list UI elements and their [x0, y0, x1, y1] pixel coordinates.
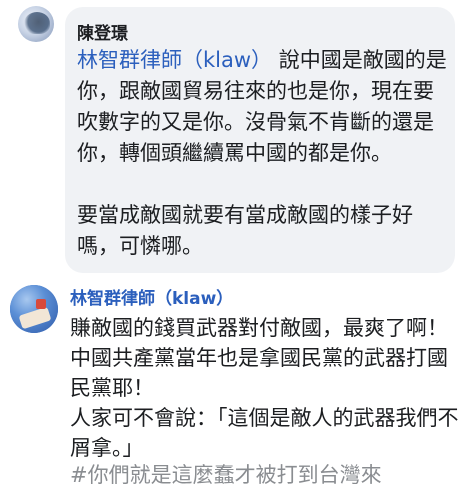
avatar[interactable] [18, 6, 54, 42]
comment-text: 林智群律師（klaw） 說中國是敵國的是你，跟敵國貿易往來的也是你，現在要吹數字… [77, 45, 449, 262]
comment-text-content: 說中國是敵國的是你，跟敵國貿易往來的也是你，現在要吹數字的又是你。沒骨氣不肯斷的… [77, 48, 447, 258]
avatar-image [24, 12, 50, 34]
comment-bubble: 陳登璟 林智群律師（klaw） 說中國是敵國的是你，跟敵國貿易往來的也是你，現在… [65, 7, 455, 273]
comment-author[interactable]: 林智群律師（klaw） [70, 284, 233, 309]
mention-link[interactable]: 林智群律師（klaw） [77, 48, 272, 72]
avatar-tag [36, 299, 46, 309]
avatar-image [10, 285, 58, 333]
comment-author[interactable]: 陳登璟 [77, 19, 128, 44]
comment-item: 陳登璟 林智群律師（klaw） 說中國是敵國的是你，跟敵國貿易往來的也是你，現在… [0, 0, 468, 275]
comment-item: 林智群律師（klaw） 賺敵國的錢買武器對付敵國，最爽了啊！ 中國共產黨當年也是… [0, 275, 468, 500]
comment-text: 賺敵國的錢買武器對付敵國，最爽了啊！ 中國共產黨當年也是拿國民黨的武器打國民黨耶… [70, 316, 459, 460]
avatar[interactable] [10, 285, 58, 333]
hashtag-link[interactable]: #你們就是這麼蠢才被打到台灣來 [70, 459, 382, 489]
